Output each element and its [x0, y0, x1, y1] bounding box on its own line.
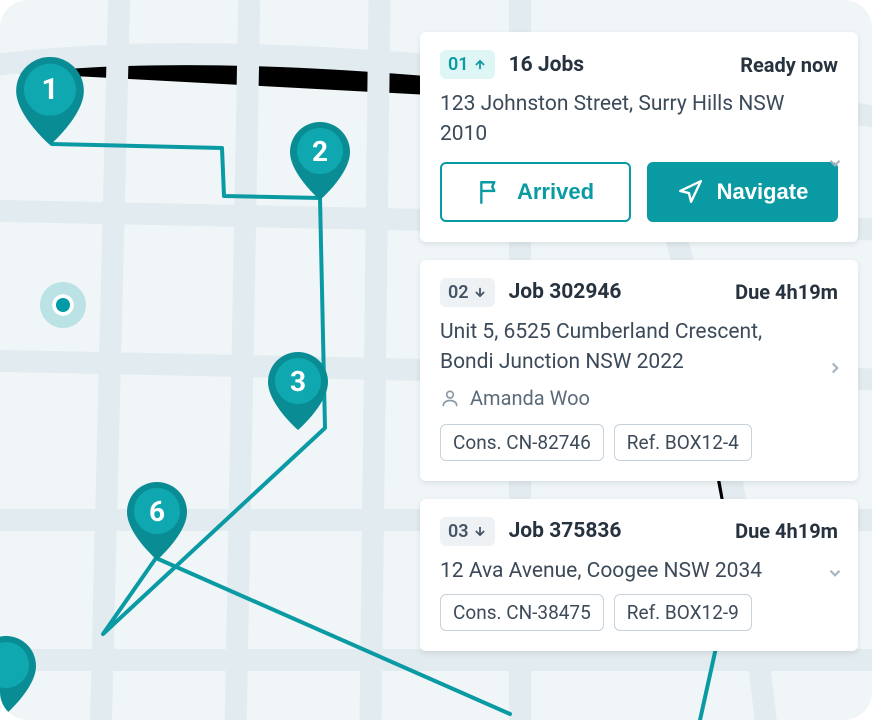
navigate-button[interactable]: Navigate	[647, 162, 838, 222]
job-title: 16 Jobs	[509, 53, 585, 77]
arrow-up-icon	[473, 58, 487, 72]
map-pin-3[interactable]: 3	[268, 352, 328, 430]
map-pin-6[interactable]: 6	[127, 482, 187, 560]
map-pin-label: 6	[127, 482, 187, 540]
tag: Cons. CN-38475	[440, 594, 604, 631]
app-root: 1 2 3 6 01 16 Jobs Ready now 123 Johnsto…	[0, 0, 872, 720]
job-title: Job 302946	[509, 280, 622, 304]
job-address: 12 Ava Avenue, Coogee NSW 2034	[440, 556, 838, 586]
job-due: Due 4h19m	[735, 519, 838, 543]
job-card-header: 01 16 Jobs Ready now	[440, 50, 838, 79]
map-pin-label: 1	[16, 57, 84, 121]
navigate-button-label: Navigate	[717, 179, 809, 205]
chevron-right-icon[interactable]	[826, 359, 844, 381]
job-card-header: 03 Job 375836 Due 4h19m	[440, 517, 838, 546]
job-address: 123 Johnston Street, Surry Hills NSW 201…	[440, 89, 838, 150]
sequence-badge: 01	[440, 50, 495, 79]
sequence-number: 03	[448, 521, 469, 542]
map-pin-2[interactable]: 2	[290, 122, 350, 200]
tag: Ref. BOX12-4	[614, 424, 752, 461]
chevron-down-icon[interactable]	[826, 564, 844, 586]
flag-icon	[477, 179, 503, 205]
job-card-header: 02 Job 302946 Due 4h19m	[440, 278, 838, 307]
tag: Ref. BOX12-9	[614, 594, 752, 631]
job-card[interactable]: 03 Job 375836 Due 4h19m 12 Ava Avenue, C…	[420, 499, 858, 651]
map-pin-1[interactable]: 1	[16, 57, 84, 145]
person-icon	[440, 388, 460, 408]
sequence-number: 01	[448, 54, 469, 75]
arrived-button-label: Arrived	[517, 179, 594, 205]
navigate-icon	[677, 179, 703, 205]
job-card[interactable]: 02 Job 302946 Due 4h19m Unit 5, 6525 Cum…	[420, 260, 858, 481]
job-due: Ready now	[740, 53, 838, 77]
arrow-down-icon	[473, 524, 487, 538]
contact-name: Amanda Woo	[470, 386, 590, 410]
job-card[interactable]: 01 16 Jobs Ready now 123 Johnston Street…	[420, 32, 858, 242]
map-pin-label: 3	[268, 352, 328, 410]
job-tags: Cons. CN-82746 Ref. BOX12-4	[440, 424, 838, 461]
job-due: Due 4h19m	[735, 280, 838, 304]
job-address: Unit 5, 6525 Cumberland Crescent, Bondi …	[440, 317, 838, 378]
sequence-badge: 02	[440, 278, 495, 307]
map-pin[interactable]	[0, 636, 36, 714]
arrived-button[interactable]: Arrived	[440, 162, 631, 222]
job-title: Job 375836	[509, 519, 622, 543]
tag: Cons. CN-82746	[440, 424, 604, 461]
chevron-down-icon[interactable]	[826, 154, 844, 176]
job-cards-panel: 01 16 Jobs Ready now 123 Johnston Street…	[420, 32, 858, 651]
map-pin-label: 2	[290, 122, 350, 180]
sequence-badge: 03	[440, 517, 495, 546]
job-contact: Amanda Woo	[440, 386, 838, 410]
sequence-number: 02	[448, 282, 469, 303]
job-actions: Arrived Navigate	[440, 162, 838, 222]
job-tags: Cons. CN-38475 Ref. BOX12-9	[440, 594, 838, 631]
arrow-down-icon	[473, 285, 487, 299]
